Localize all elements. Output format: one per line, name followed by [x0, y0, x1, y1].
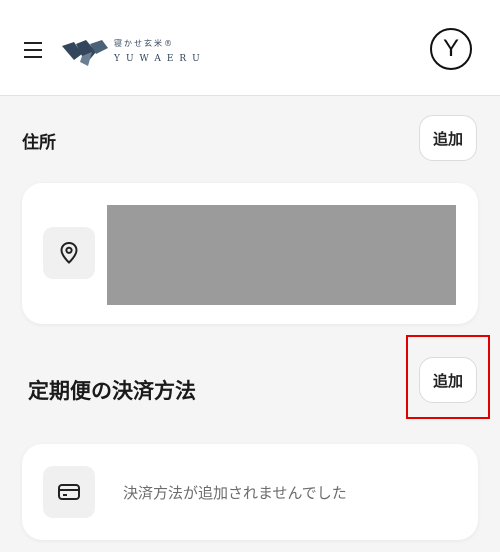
- logo-mark-icon: [62, 40, 108, 66]
- address-card[interactable]: [22, 183, 478, 324]
- add-address-button[interactable]: 追加: [419, 115, 477, 161]
- user-avatar[interactable]: Y: [430, 28, 472, 70]
- location-pin-icon: [60, 242, 78, 264]
- logo-japanese-text: 寝かせ玄米®: [114, 39, 174, 48]
- redacted-address-block: [107, 205, 456, 305]
- avatar-initial: Y: [442, 35, 459, 62]
- credit-card-icon: [58, 484, 80, 500]
- hamburger-menu-icon[interactable]: [24, 42, 42, 58]
- brand-logo[interactable]: 寝かせ玄米® YUWAERU: [62, 36, 212, 70]
- logo-english-text: YUWAERU: [114, 54, 206, 64]
- payment-section-title: 定期便の決済方法: [28, 379, 196, 403]
- address-section-title: 住所: [22, 133, 56, 153]
- no-payment-method-message: 決済方法が追加されませんでした: [123, 484, 347, 502]
- payment-method-card: 決済方法が追加されませんでした: [22, 444, 478, 540]
- app-header: 寝かせ玄米® YUWAERU Y: [0, 0, 500, 96]
- highlight-box: [406, 335, 490, 419]
- location-icon-box: [43, 227, 95, 279]
- card-icon-box: [43, 466, 95, 518]
